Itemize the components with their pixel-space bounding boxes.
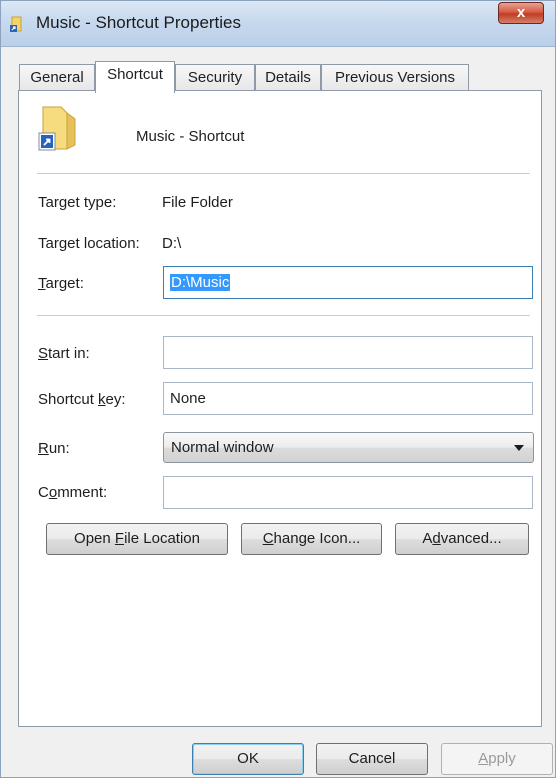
start-in-label: Start in: bbox=[38, 345, 90, 362]
cancel-button[interactable]: Cancel bbox=[316, 743, 428, 775]
target-label: Target: bbox=[38, 275, 84, 292]
title-bar[interactable]: Music - Shortcut Properties x bbox=[1, 1, 555, 47]
folder-shortcut-icon bbox=[10, 16, 22, 32]
ok-button[interactable]: OK bbox=[192, 743, 304, 775]
close-button[interactable]: x bbox=[498, 2, 544, 24]
tab-security[interactable]: Security bbox=[175, 64, 255, 92]
apply-button[interactable]: Apply bbox=[441, 743, 553, 775]
target-location-label: Target location: bbox=[38, 235, 140, 252]
divider bbox=[37, 315, 530, 316]
shortcut-key-label: Shortcut key: bbox=[38, 391, 126, 408]
tab-general[interactable]: General bbox=[19, 64, 95, 92]
shortcut-tab-panel: Music - Shortcut Target type: File Folde… bbox=[18, 90, 542, 727]
open-file-location-button[interactable]: Open File Location bbox=[46, 523, 228, 555]
start-in-field[interactable] bbox=[163, 336, 533, 369]
comment-field[interactable] bbox=[163, 476, 533, 509]
tab-previous-versions[interactable]: Previous Versions bbox=[321, 64, 469, 92]
close-icon: x bbox=[516, 4, 526, 21]
change-icon-button[interactable]: Change Icon... bbox=[241, 523, 382, 555]
target-type-value: File Folder bbox=[162, 194, 233, 211]
target-type-label: Target type: bbox=[38, 194, 117, 211]
comment-label: Comment: bbox=[38, 484, 108, 501]
target-field-value: D:\Music bbox=[170, 274, 231, 291]
folder-shortcut-icon bbox=[38, 106, 76, 151]
properties-dialog: Music - Shortcut Properties x General Sh… bbox=[0, 0, 556, 778]
chevron-down-icon bbox=[514, 445, 524, 451]
window-title: Music - Shortcut Properties bbox=[36, 13, 242, 32]
shortcut-name: Music - Shortcut bbox=[136, 128, 245, 145]
target-location-value: D:\ bbox=[162, 235, 182, 252]
shortcut-key-field[interactable]: None bbox=[163, 382, 533, 415]
run-dropdown[interactable]: Normal window bbox=[163, 432, 534, 463]
target-field[interactable]: D:\Music bbox=[163, 266, 533, 299]
divider bbox=[37, 173, 530, 174]
tab-shortcut[interactable]: Shortcut bbox=[95, 61, 175, 93]
tab-strip: General Shortcut Security Details Previo… bbox=[19, 61, 539, 93]
advanced-button[interactable]: Advanced... bbox=[395, 523, 529, 555]
tab-details[interactable]: Details bbox=[255, 64, 321, 92]
run-label: Run: bbox=[38, 440, 70, 457]
